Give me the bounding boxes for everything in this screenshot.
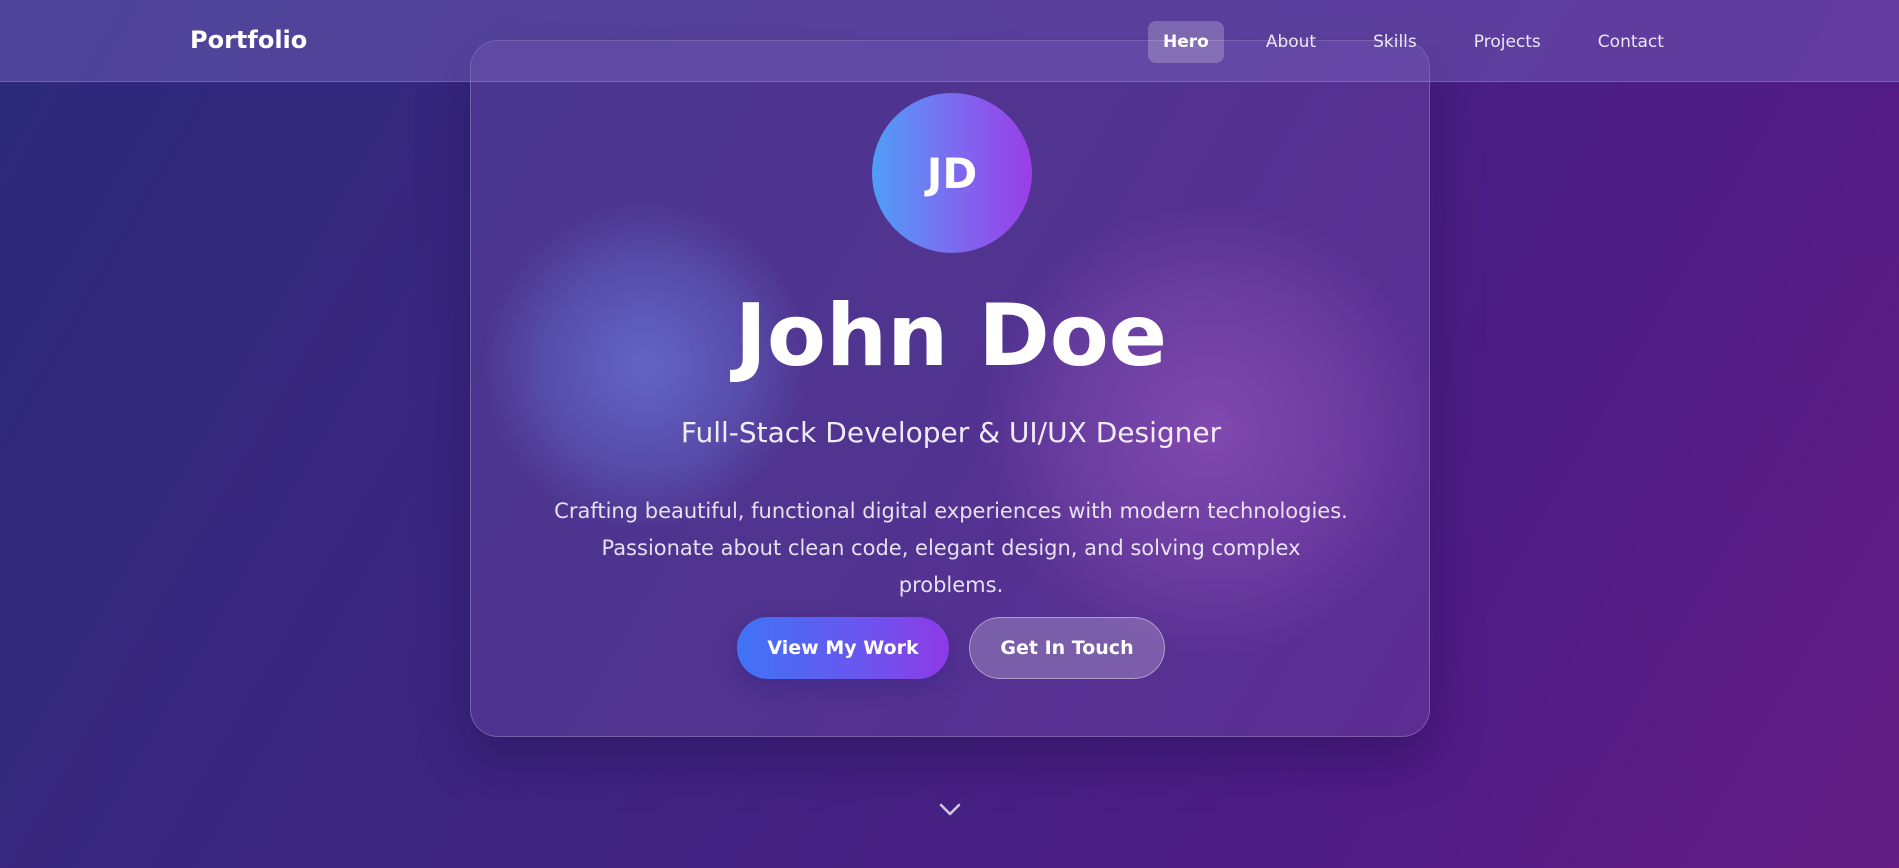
hero-description-line-1: Crafting beautiful, functional digital e… — [554, 499, 1348, 523]
nav-link-hero[interactable]: Hero — [1148, 21, 1224, 63]
get-in-touch-button[interactable]: Get In Touch — [969, 617, 1165, 679]
top-navbar: Portfolio Hero About Skills Projects Con… — [0, 0, 1899, 82]
avatar: JD — [872, 93, 1032, 253]
view-my-work-button[interactable]: View My Work — [737, 617, 949, 679]
chevron-down-icon[interactable] — [936, 795, 964, 823]
hero-description-line-2: Passionate about clean code, elegant des… — [601, 536, 1301, 597]
nav-link-about[interactable]: About — [1251, 21, 1331, 63]
hero-button-row: View My Work Get In Touch — [471, 617, 1431, 679]
hero-description: Crafting beautiful, functional digital e… — [551, 493, 1351, 604]
brand-logo[interactable]: Portfolio — [190, 26, 307, 54]
nav-links: Hero About Skills Projects Contact — [1148, 21, 1706, 63]
hero-subtitle: Full-Stack Developer & UI/UX Designer — [680, 416, 1222, 449]
nav-link-skills[interactable]: Skills — [1358, 21, 1432, 63]
nav-link-contact[interactable]: Contact — [1583, 21, 1679, 63]
nav-link-projects[interactable]: Projects — [1459, 21, 1556, 63]
hero-card: JD John Doe Full-Stack Developer & UI/UX… — [470, 40, 1430, 737]
hero-name: John Doe — [734, 286, 1168, 386]
